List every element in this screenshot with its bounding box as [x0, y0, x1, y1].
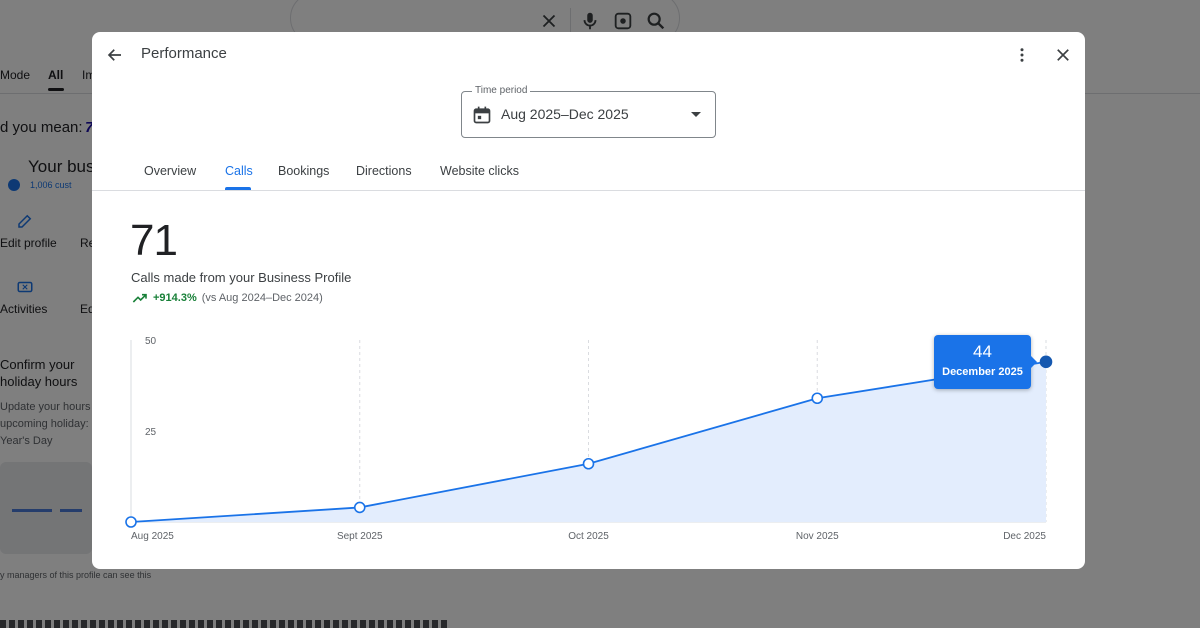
chart-area	[131, 361, 1046, 522]
time-period-value: Aug 2025–Dec 2025	[501, 106, 629, 122]
tab-overview[interactable]: Overview	[144, 164, 196, 178]
calls-metric-label: Calls made from your Business Profile	[131, 270, 352, 285]
trend-comparison: (vs Aug 2024–Dec 2024)	[201, 292, 323, 304]
back-button[interactable]	[103, 43, 127, 67]
chart-y-tick-label: 50	[145, 336, 157, 347]
tab-calls[interactable]: Calls	[225, 164, 253, 178]
chart-point	[582, 457, 595, 470]
tooltip-pointer	[1031, 356, 1037, 368]
more-options-button[interactable]	[1010, 43, 1034, 67]
chart-x-tick-label: Nov 2025	[796, 531, 839, 542]
tab-website-clicks[interactable]: Website clicks	[440, 164, 519, 178]
chart-x-tick-label: Sept 2025	[337, 531, 383, 542]
calendar-icon	[473, 106, 491, 124]
more-vert-icon	[1020, 48, 1024, 62]
active-tab-indicator	[225, 187, 251, 190]
calls-total: 71	[130, 216, 178, 265]
dialog-title: Performance	[141, 45, 227, 62]
time-period-select[interactable]: Time period Aug 2025–Dec 2025	[461, 85, 716, 138]
trend-row: +914.3% (vs Aug 2024–Dec 2024)	[132, 292, 323, 304]
chart-point	[125, 516, 137, 528]
chart-y-tick-label: 25	[145, 427, 157, 438]
trending-up-icon	[132, 293, 147, 303]
performance-tabs: Overview Calls Bookings Directions Websi…	[92, 157, 1085, 191]
close-button[interactable]	[1051, 43, 1075, 67]
back-arrow-icon	[107, 49, 121, 61]
chart-x-tick-label: Aug 2025	[131, 531, 174, 542]
performance-dialog: Performance Time period Aug 2025–Dec 202…	[92, 32, 1085, 569]
chart-tooltip: 44 December 2025	[934, 335, 1037, 389]
time-period-label: Time period	[472, 85, 531, 96]
close-icon	[1057, 49, 1069, 61]
chart-x-tick-label: Dec 2025	[1003, 531, 1046, 542]
tab-directions[interactable]: Directions	[356, 164, 412, 178]
dropdown-caret-icon	[691, 112, 701, 117]
chart-point	[353, 501, 366, 514]
tooltip-value: 44	[973, 342, 992, 361]
chart-point	[1039, 355, 1053, 369]
trend-percentage: +914.3%	[153, 292, 197, 304]
tab-bookings[interactable]: Bookings	[278, 164, 329, 178]
chart-point	[811, 392, 824, 405]
chart-x-tick-label: Oct 2025	[568, 531, 609, 542]
tooltip-label: December 2025	[942, 366, 1023, 378]
